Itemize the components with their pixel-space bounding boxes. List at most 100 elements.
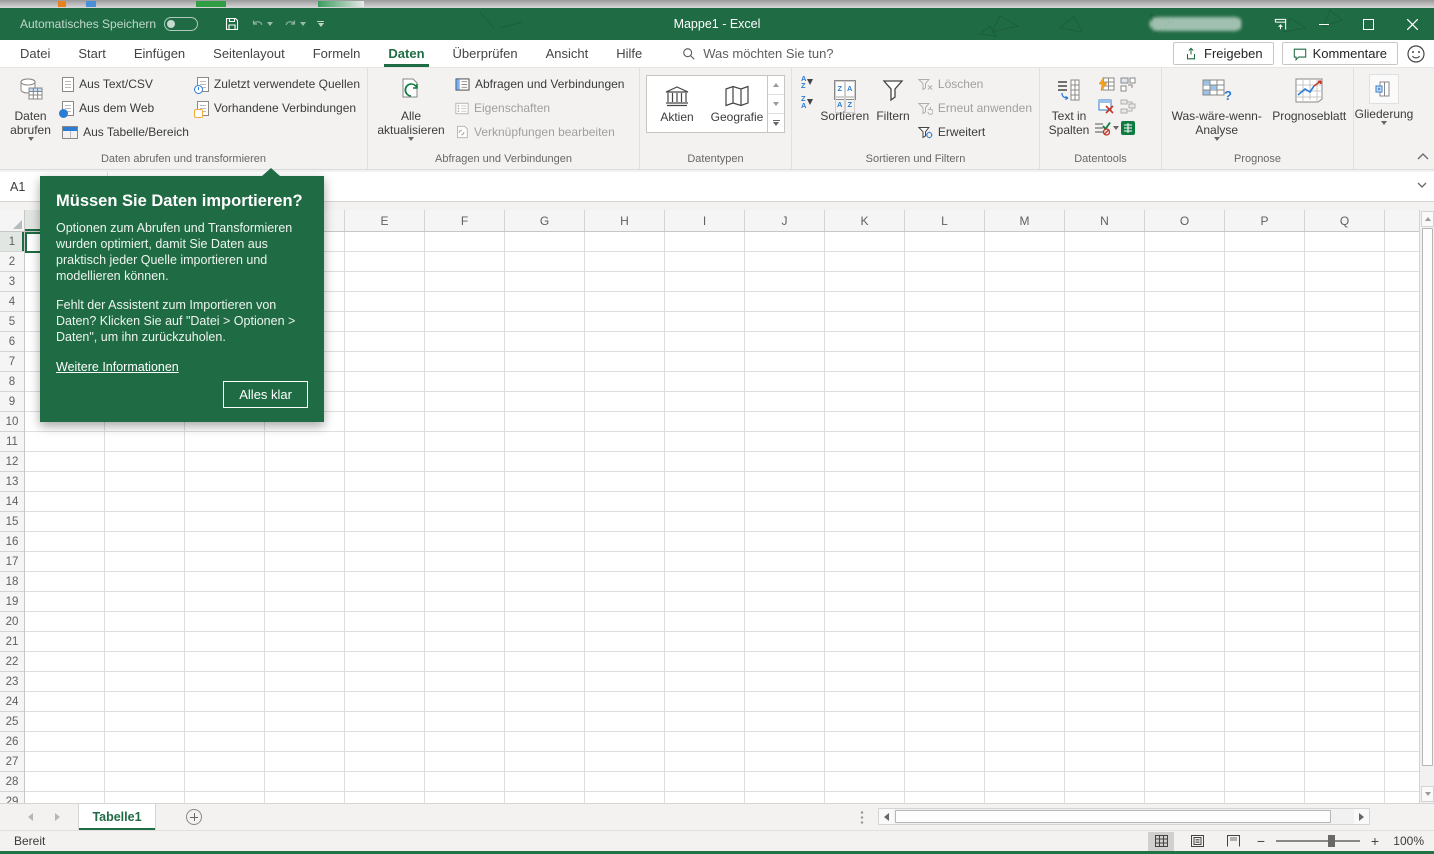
tab-datei[interactable]: Datei [6,40,64,67]
from-web-button[interactable]: Aus dem Web [58,96,193,120]
text-to-columns-button[interactable]: Text in Spalten [1043,71,1095,137]
collapse-ribbon-icon[interactable] [1348,152,1360,160]
column-header-L[interactable]: L [905,210,985,231]
stocks-datatype-button[interactable]: Aktien [647,76,707,132]
scroll-down-button[interactable] [1421,786,1434,802]
page-layout-view-button[interactable] [1184,832,1210,851]
feedback-smiley-icon[interactable] [1406,44,1426,64]
recent-sources-button[interactable]: Zuletzt verwendete Quellen [193,72,364,96]
row-header-6[interactable]: 6 [0,332,24,352]
collapse-ribbon-button[interactable] [1416,152,1430,161]
column-header-P[interactable]: P [1225,210,1305,231]
row-header-19[interactable]: 19 [0,592,24,612]
autosave-toggle[interactable] [164,17,199,31]
column-header-F[interactable]: F [425,210,505,231]
column-header-K[interactable]: K [825,210,905,231]
column-header-M[interactable]: M [985,210,1065,231]
tab-formeln[interactable]: Formeln [299,40,375,67]
advanced-filter-button[interactable]: Erweitert [914,120,1036,144]
sheet-tab-tabelle1[interactable]: Tabelle1 [78,804,156,830]
from-table-range-button[interactable]: Aus Tabelle/Bereich [58,120,193,144]
maximize-button[interactable] [1346,8,1390,40]
row-header-2[interactable]: 2 [0,252,24,272]
row-header-16[interactable]: 16 [0,532,24,552]
row-header-7[interactable]: 7 [0,352,24,372]
outline-button[interactable]: Gliederung [1355,71,1413,125]
scrollbar-grip[interactable] [860,810,864,826]
relationships-button[interactable] [1120,99,1136,114]
previous-sheet-icon[interactable] [28,813,33,821]
horizontal-scroll-thumb[interactable] [895,810,1331,823]
column-header-E[interactable]: E [345,210,425,231]
column-header-I[interactable]: I [665,210,745,231]
queries-connections-button[interactable]: Abfragen und Verbindungen [451,72,628,96]
gallery-scrollbar[interactable] [767,76,784,132]
what-if-analysis-button[interactable]: ? Was-wäre-wenn-Analyse [1165,71,1268,141]
row-header-28[interactable]: 28 [0,772,24,792]
row-header-3[interactable]: 3 [0,272,24,292]
vertical-scroll-thumb[interactable] [1422,228,1433,766]
comments-button[interactable]: Kommentare [1281,42,1398,65]
ribbon-display-options-button[interactable] [1258,8,1302,40]
row-header-10[interactable]: 10 [0,412,24,432]
column-header-Q[interactable]: Q [1305,210,1385,231]
row-header-11[interactable]: 11 [0,432,24,452]
forecast-sheet-button[interactable]: Prognoseblatt [1268,71,1350,123]
manage-data-model-button[interactable] [1120,120,1136,136]
column-header-O[interactable]: O [1145,210,1225,231]
data-validation-dropdown-icon[interactable] [1112,126,1119,130]
next-sheet-icon[interactable] [55,813,60,821]
zoom-slider[interactable] [1276,835,1360,847]
column-header-R[interactable]: R [1385,210,1419,231]
row-header-22[interactable]: 22 [0,652,24,672]
row-header-20[interactable]: 20 [0,612,24,632]
scroll-right-button[interactable] [1354,809,1369,824]
tab-start[interactable]: Start [64,40,119,67]
row-header-5[interactable]: 5 [0,312,24,332]
filter-button[interactable]: Filtern [872,71,914,123]
horizontal-scrollbar[interactable] [878,808,1370,825]
row-header-26[interactable]: 26 [0,732,24,752]
gallery-down-icon[interactable] [768,95,784,114]
scroll-left-button[interactable] [879,809,894,824]
gallery-up-icon[interactable] [768,76,784,95]
zoom-out-button[interactable]: − [1256,833,1266,849]
new-sheet-button[interactable] [186,809,202,825]
close-button[interactable] [1390,8,1434,40]
zoom-level[interactable]: 100% [1390,834,1424,848]
row-header-18[interactable]: 18 [0,572,24,592]
existing-connections-button[interactable]: Vorhandene Verbindungen [193,96,364,120]
tab-überprüfen[interactable]: Überprüfen [439,40,532,67]
scroll-up-button[interactable] [1421,211,1434,227]
row-header-21[interactable]: 21 [0,632,24,652]
gallery-more-icon[interactable] [768,114,784,132]
tab-einfügen[interactable]: Einfügen [120,40,199,67]
row-header-23[interactable]: 23 [0,672,24,692]
row-header-4[interactable]: 4 [0,292,24,312]
learn-more-link[interactable]: Weitere Informationen [56,360,179,374]
minimize-button[interactable] [1302,8,1346,40]
select-all-corner[interactable] [0,210,25,232]
tab-hilfe[interactable]: Hilfe [602,40,656,67]
tab-ansicht[interactable]: Ansicht [532,40,603,67]
column-header-J[interactable]: J [745,210,825,231]
row-header-25[interactable]: 25 [0,712,24,732]
expand-formula-bar-icon[interactable] [1416,181,1428,189]
sort-button[interactable]: ZAAZ Sortieren [817,71,872,123]
get-data-button[interactable]: Daten abrufen [3,71,58,141]
share-button[interactable]: Freigeben [1173,42,1274,65]
page-break-preview-button[interactable] [1220,832,1246,851]
row-header-27[interactable]: 27 [0,752,24,772]
zoom-in-button[interactable]: + [1370,833,1380,849]
column-header-H[interactable]: H [585,210,665,231]
row-header-1[interactable]: 1 [0,232,24,252]
row-header-15[interactable]: 15 [0,512,24,532]
flash-fill-button[interactable] [1098,76,1115,92]
row-header-9[interactable]: 9 [0,392,24,412]
tab-daten[interactable]: Daten [374,40,438,67]
data-validation-button[interactable] [1094,121,1119,136]
sort-descending-button[interactable]: ZA [801,95,814,109]
refresh-all-button[interactable]: Alle aktualisieren [371,71,451,141]
zoom-slider-thumb[interactable] [1328,835,1335,847]
normal-view-button[interactable] [1148,831,1174,851]
